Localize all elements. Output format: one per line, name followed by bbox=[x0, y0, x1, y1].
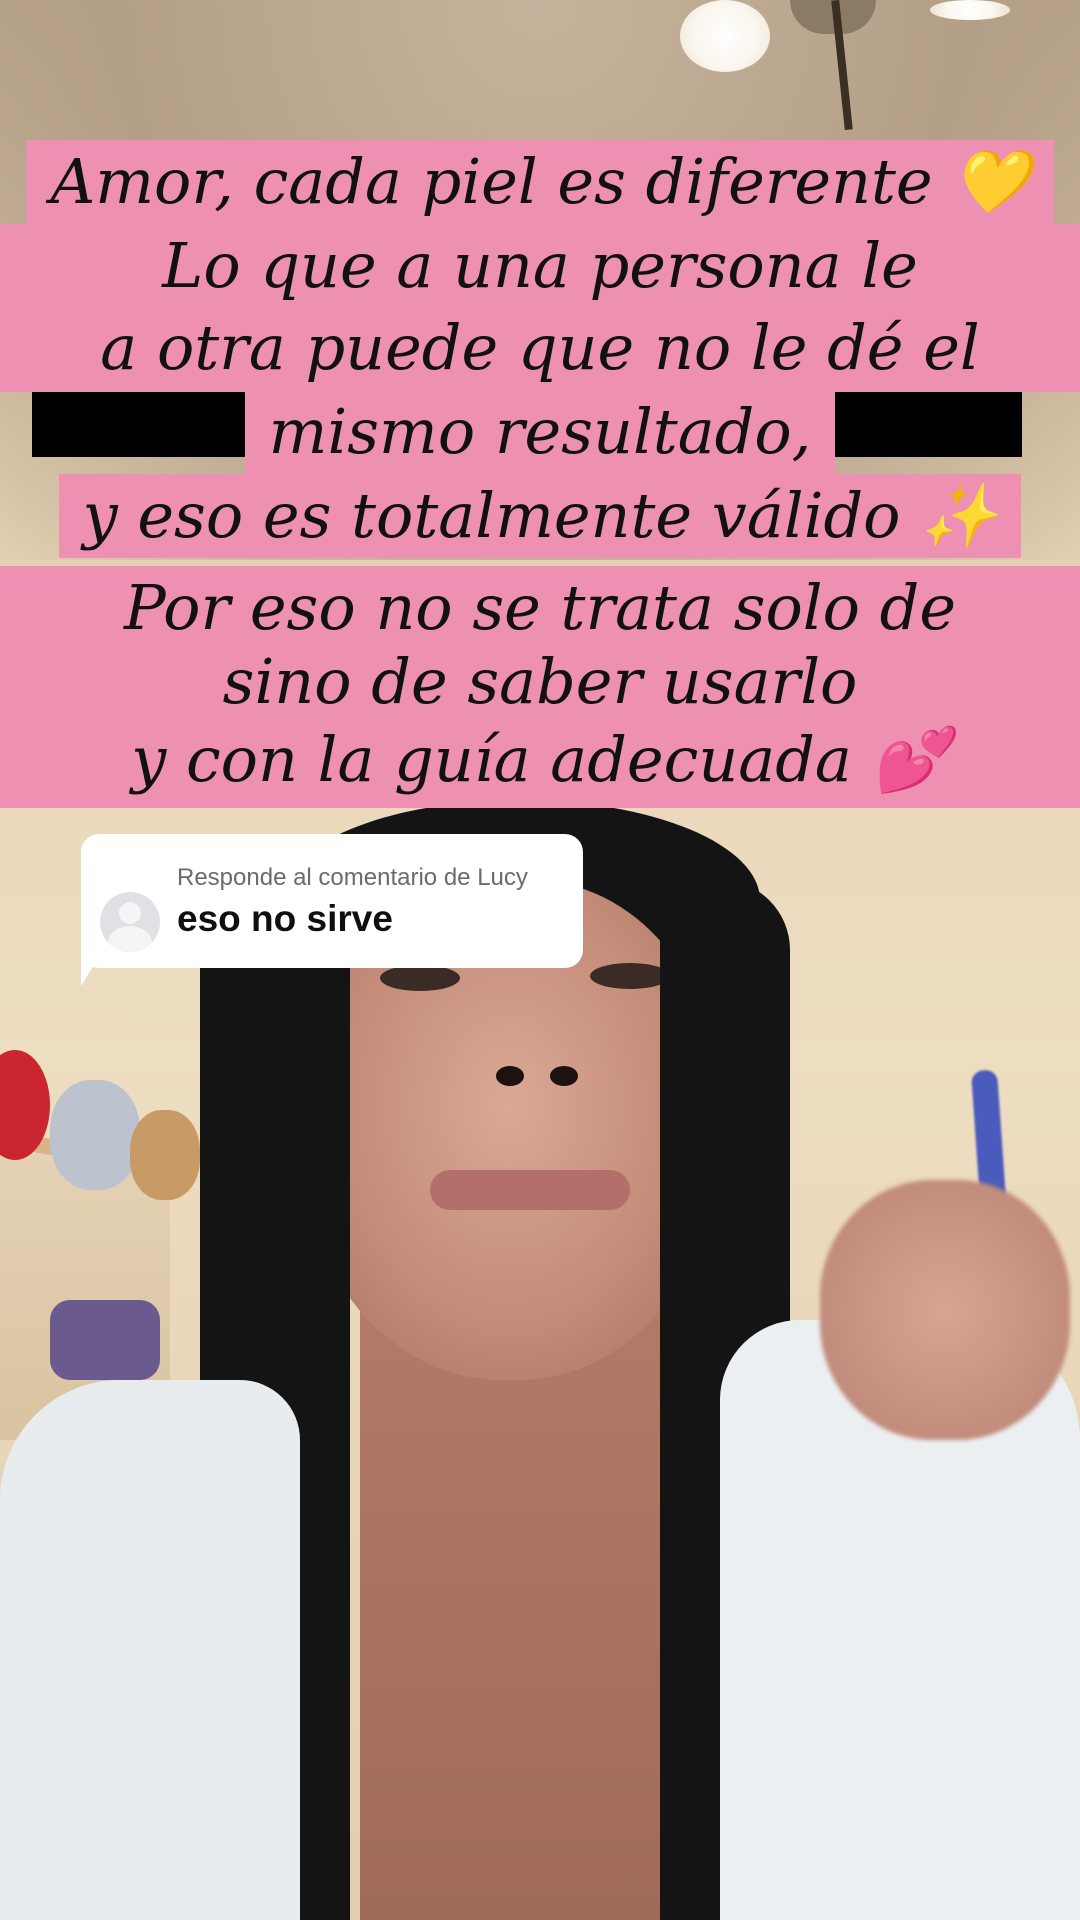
avatar-body bbox=[108, 926, 152, 952]
caption-text: y con la guía adecuada 💕 bbox=[107, 718, 973, 802]
caption-text: mismo resultado, bbox=[244, 390, 836, 474]
avatar-head bbox=[119, 902, 141, 924]
plush-toy bbox=[50, 1080, 140, 1190]
shelf-figure bbox=[50, 1300, 160, 1380]
chest bbox=[360, 1300, 700, 1920]
caption-line-5: y eso es totalmente válido ✨ bbox=[0, 474, 1080, 558]
caption-overlay: Amor, cada piel es diferente 💛 Lo que a … bbox=[0, 0, 1080, 820]
caption-line-1: Amor, cada piel es diferente 💛 bbox=[0, 140, 1080, 224]
caption-text: a otra puede que no le dé el bbox=[76, 306, 1004, 390]
caption-text: y eso es totalmente válido ✨ bbox=[58, 474, 1022, 558]
default-avatar-icon[interactable] bbox=[100, 892, 160, 952]
right-nostril bbox=[550, 1066, 578, 1086]
caption-line-3: a otra puede que no le dé el bbox=[0, 306, 1080, 390]
left-eye bbox=[380, 965, 460, 991]
reply-label: Responde al comentario de Lucy bbox=[177, 864, 528, 891]
bubble-tail bbox=[81, 940, 109, 986]
shirt-left bbox=[0, 1380, 300, 1920]
lips bbox=[430, 1170, 630, 1210]
caption-line-8: y con la guía adecuada 💕 bbox=[0, 718, 1080, 802]
caption-text: Amor, cada piel es diferente 💛 bbox=[26, 140, 1054, 224]
hand bbox=[820, 1180, 1070, 1440]
teddy-bear bbox=[130, 1110, 200, 1200]
caption-line-4: mismo resultado, bbox=[0, 390, 1080, 474]
left-nostril bbox=[496, 1066, 524, 1086]
right-eye bbox=[590, 963, 670, 989]
reply-comment-text: eso no sirve bbox=[177, 898, 393, 939]
